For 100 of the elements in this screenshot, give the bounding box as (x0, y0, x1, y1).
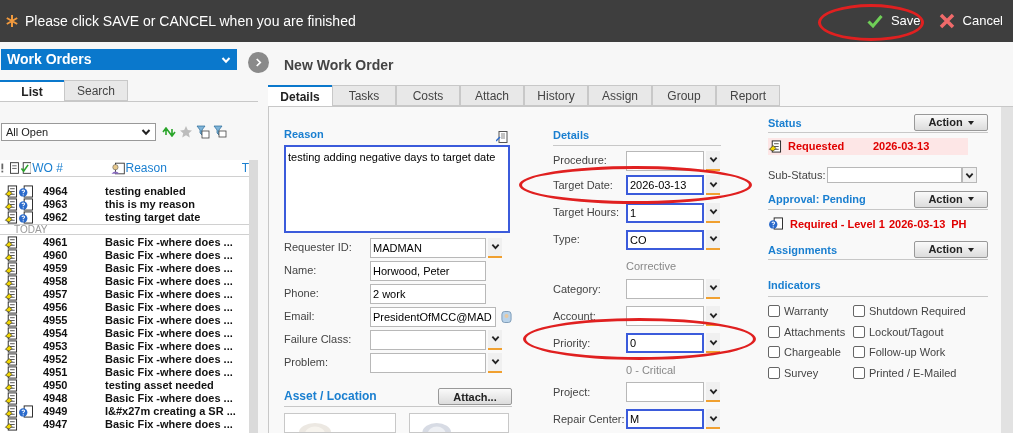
dropdown-button[interactable] (706, 382, 720, 403)
field-hint: 0 - Critical (626, 363, 676, 376)
attach-button[interactable]: Attach... (438, 388, 512, 405)
clipboard-icon (4, 379, 18, 392)
tab[interactable]: Tasks (332, 85, 396, 106)
dropdown-button[interactable] (706, 150, 720, 171)
reason-text: testing asset needed (105, 379, 214, 392)
dropdown-button[interactable] (706, 306, 720, 326)
dropdown-button[interactable] (962, 167, 978, 184)
filter-list-icon[interactable] (196, 125, 210, 139)
field-label: Account: (553, 308, 597, 324)
cancel-button[interactable]: Cancel (938, 11, 1003, 31)
checkbox[interactable] (768, 346, 780, 359)
dropdown-field[interactable] (370, 329, 486, 350)
clipboard-icon (4, 236, 18, 249)
tab[interactable]: Costs (396, 85, 460, 106)
scrollbar[interactable] (1001, 107, 1013, 433)
tab[interactable]: History (524, 85, 588, 106)
list-row[interactable]: 4955 Basic Fix -where does ... (0, 314, 249, 327)
list-row[interactable]: 4962 testing target date (0, 211, 249, 224)
list-row[interactable]: 4958 Basic Fix -where does ... (0, 275, 249, 288)
reason-text: I&#x27m creating a SR ... (105, 405, 236, 418)
caret-icon (967, 247, 974, 252)
dropdown-field[interactable] (370, 352, 486, 373)
list-row[interactable]: 4950 testing asset needed (0, 379, 249, 392)
list-row[interactable]: 4960 Basic Fix -where does ... (0, 249, 249, 262)
list-row[interactable]: 4949 I&#x27m creating a SR ... (0, 405, 249, 418)
dropdown-field[interactable] (626, 382, 704, 403)
text-field[interactable]: Horwood, Peter (370, 260, 486, 281)
list-row[interactable]: 4953 Basic Fix -where does ... (0, 340, 249, 353)
field-label: Sub-Status: (768, 168, 826, 183)
dropdown-button[interactable] (706, 229, 720, 250)
field-label: Requester ID: (284, 240, 353, 256)
tab[interactable]: Group (652, 85, 716, 106)
dropdown-field[interactable]: M (626, 409, 704, 430)
wo-number: 4960 (43, 249, 69, 262)
checkbox[interactable] (853, 325, 865, 338)
clipboard-icon (4, 211, 18, 224)
list-row[interactable]: 4961 Basic Fix -where does ... (0, 236, 249, 249)
list-row[interactable]: 4951 Basic Fix -where does ... (0, 366, 249, 379)
dropdown-button[interactable] (706, 278, 720, 299)
dropdown-button[interactable] (706, 202, 720, 223)
list-row[interactable]: 4957 Basic Fix -where does ... (0, 288, 249, 301)
panel-header[interactable]: Work Orders (1, 49, 237, 70)
column-header[interactable]: Reason (125, 160, 242, 177)
filter-icon[interactable] (213, 125, 227, 139)
contact-icon[interactable] (501, 309, 512, 324)
action-button[interactable]: Action (914, 241, 988, 258)
field-label: Repair Center: (553, 412, 626, 428)
dropdown-button[interactable] (488, 329, 502, 350)
list-row[interactable]: 4948 Basic Fix -where does ... (0, 392, 249, 405)
tab[interactable]: Report (716, 85, 780, 106)
dropdown-field[interactable]: 1 (626, 202, 704, 223)
list-row[interactable]: 4964 testing enabled (0, 185, 249, 198)
checkbox[interactable] (768, 325, 780, 338)
dropdown-button[interactable] (488, 352, 502, 373)
reason-field[interactable]: testing adding negative days to target date (284, 144, 510, 233)
checkbox[interactable] (768, 366, 780, 379)
dropdown-button[interactable] (706, 333, 720, 354)
dropdown-field[interactable]: 2026-03-13 (626, 175, 704, 196)
dropdown-button[interactable] (706, 409, 720, 430)
column-header[interactable]: T (241, 160, 249, 177)
checkbox[interactable] (853, 366, 865, 379)
list-row[interactable]: 4952 Basic Fix -where does ... (0, 353, 249, 366)
list-row[interactable]: 4956 Basic Fix -where does ... (0, 301, 249, 314)
dropdown-field[interactable] (827, 167, 963, 184)
wo-number: 4961 (43, 236, 69, 249)
scrollbar[interactable] (249, 160, 258, 433)
list-row[interactable]: 4959 Basic Fix -where does ... (0, 262, 249, 275)
tab[interactable]: Search (64, 80, 128, 101)
dropdown-button[interactable] (488, 237, 502, 258)
tab[interactable]: Attach (460, 85, 524, 106)
action-button[interactable]: Action (914, 190, 988, 208)
star-icon[interactable] (179, 125, 193, 139)
checkbox[interactable] (768, 305, 780, 318)
tab[interactable]: List (0, 80, 64, 101)
dropdown-field[interactable] (626, 150, 704, 171)
filter-dropdown[interactable]: All Open (1, 123, 156, 141)
dropdown-field[interactable] (626, 306, 704, 326)
list-row[interactable]: 4947 Basic Fix -where does ... (0, 418, 249, 431)
save-button[interactable]: Save (866, 11, 921, 31)
checkbox[interactable] (853, 305, 865, 318)
column-header[interactable]: WO # (32, 160, 86, 177)
notes-icon[interactable] (496, 130, 508, 143)
dropdown-button[interactable] (706, 175, 720, 196)
action-button[interactable]: Action (914, 114, 988, 131)
dropdown-field[interactable]: CO (626, 229, 704, 250)
chevron-right-icon (255, 58, 262, 67)
text-field[interactable]: 2 work (370, 283, 486, 304)
list-row[interactable]: 4963 this is my reason (0, 198, 249, 211)
wo-number: 4956 (43, 301, 69, 314)
dropdown-field[interactable]: 0 (626, 333, 704, 354)
dropdown-field[interactable] (626, 278, 704, 299)
list-row[interactable]: 4954 Basic Fix -where does ... (0, 327, 249, 340)
checkbox[interactable] (853, 346, 865, 359)
text-field[interactable]: PresidentOfMCC@MAD (370, 306, 496, 327)
refresh-icon[interactable] (162, 127, 176, 137)
tab[interactable]: Details (268, 85, 332, 106)
tab[interactable]: Assign (588, 85, 652, 106)
dropdown-field[interactable]: MADMAN (370, 237, 486, 258)
